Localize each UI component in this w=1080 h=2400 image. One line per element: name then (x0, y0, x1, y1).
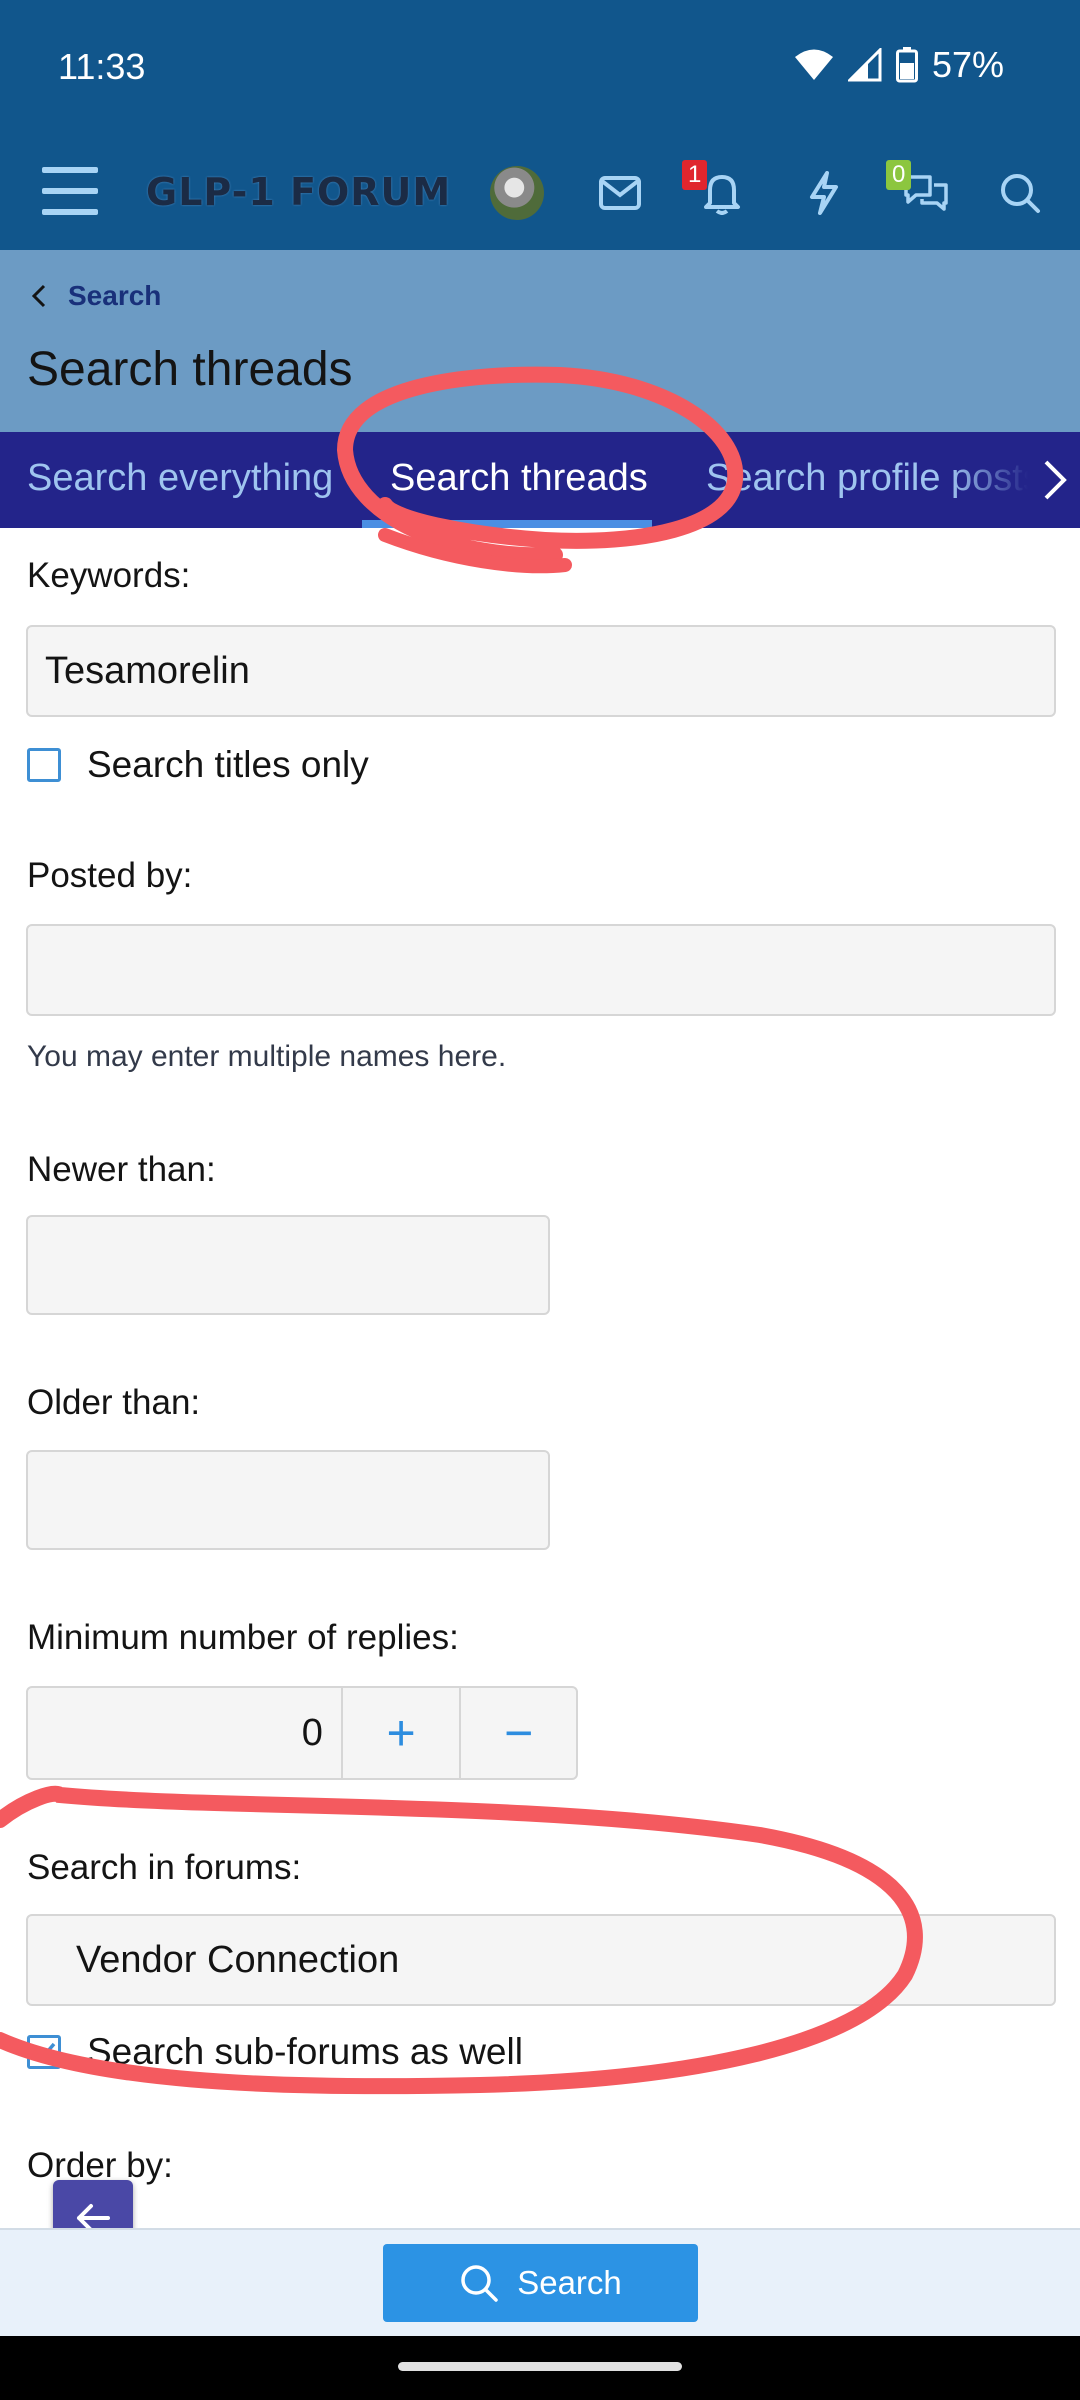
alerts-badge: 1 (682, 160, 708, 190)
active-tab-indicator (362, 520, 652, 528)
increment-button[interactable]: + (343, 1688, 460, 1778)
status-time: 11:33 (58, 46, 146, 87)
titles-only-label: Search titles only (87, 744, 369, 785)
chevron-right-icon[interactable] (1040, 456, 1070, 504)
older-than-label: Older than: (27, 1383, 201, 1422)
min-replies-label: Minimum number of replies: (27, 1618, 459, 1657)
newer-than-input[interactable] (26, 1215, 550, 1315)
titles-only-option[interactable]: Search titles only (27, 744, 369, 786)
min-replies-value[interactable]: 0 (28, 1688, 343, 1778)
forum-logo[interactable]: GLP-1 FORUM (146, 170, 451, 214)
posted-by-hint: You may enter multiple names here. (27, 1040, 507, 1073)
newer-than-label: Newer than: (27, 1150, 216, 1189)
min-replies-stepper: 0 + − (26, 1686, 578, 1780)
decrement-button[interactable]: − (459, 1688, 576, 1778)
status-bar: 11:33 57% (0, 0, 1080, 130)
signal-icon (847, 48, 882, 82)
keywords-input[interactable]: Tesamorelin (26, 625, 1056, 717)
home-gesture-handle[interactable] (398, 2362, 682, 2371)
wifi-icon (794, 49, 833, 80)
search-icon (461, 2265, 498, 2302)
app-header: GLP-1 FORUM 1 0 (0, 130, 1080, 250)
subforums-label: Search sub-forums as well (87, 2031, 523, 2072)
search-submit-button[interactable]: Search (383, 2244, 698, 2322)
battery-icon (895, 47, 918, 83)
tab-search-everything[interactable]: Search everything (27, 432, 333, 528)
menu-icon[interactable] (42, 167, 98, 215)
breadcrumb-link[interactable]: Search (68, 280, 161, 312)
breadcrumb[interactable]: Search (32, 280, 161, 312)
battery-percent: 57% (931, 44, 1004, 85)
mail-icon[interactable] (592, 165, 648, 221)
system-nav-bar (0, 2336, 1080, 2400)
status-icons: 57% (794, 44, 1004, 86)
keywords-label: Keywords: (27, 556, 191, 595)
posted-by-label: Posted by: (27, 856, 193, 895)
form-submit-bar: Search (0, 2228, 1080, 2336)
tab-search-threads[interactable]: Search threads (390, 432, 648, 528)
forums-select[interactable]: Vendor Connection (26, 1914, 1056, 2006)
older-than-input[interactable] (26, 1450, 550, 1550)
avatar[interactable] (490, 166, 544, 220)
forums-label: Search in forums: (27, 1848, 302, 1887)
posted-by-input[interactable] (26, 924, 1056, 1016)
check-icon (32, 2042, 56, 2062)
titles-only-checkbox[interactable] (27, 748, 61, 782)
lightning-icon[interactable] (796, 165, 852, 221)
conversations-badge: 0 (886, 160, 912, 190)
page-title: Search threads (27, 343, 353, 396)
page-header: Search Search threads (0, 250, 1080, 432)
subforums-option[interactable]: Search sub-forums as well (27, 2031, 523, 2073)
search-button-label: Search (517, 2264, 622, 2301)
subforums-checkbox[interactable] (27, 2035, 61, 2069)
chevron-left-icon (32, 284, 46, 308)
search-tabs: Search everything Search threads Search … (0, 432, 1080, 528)
search-icon[interactable] (992, 165, 1048, 221)
